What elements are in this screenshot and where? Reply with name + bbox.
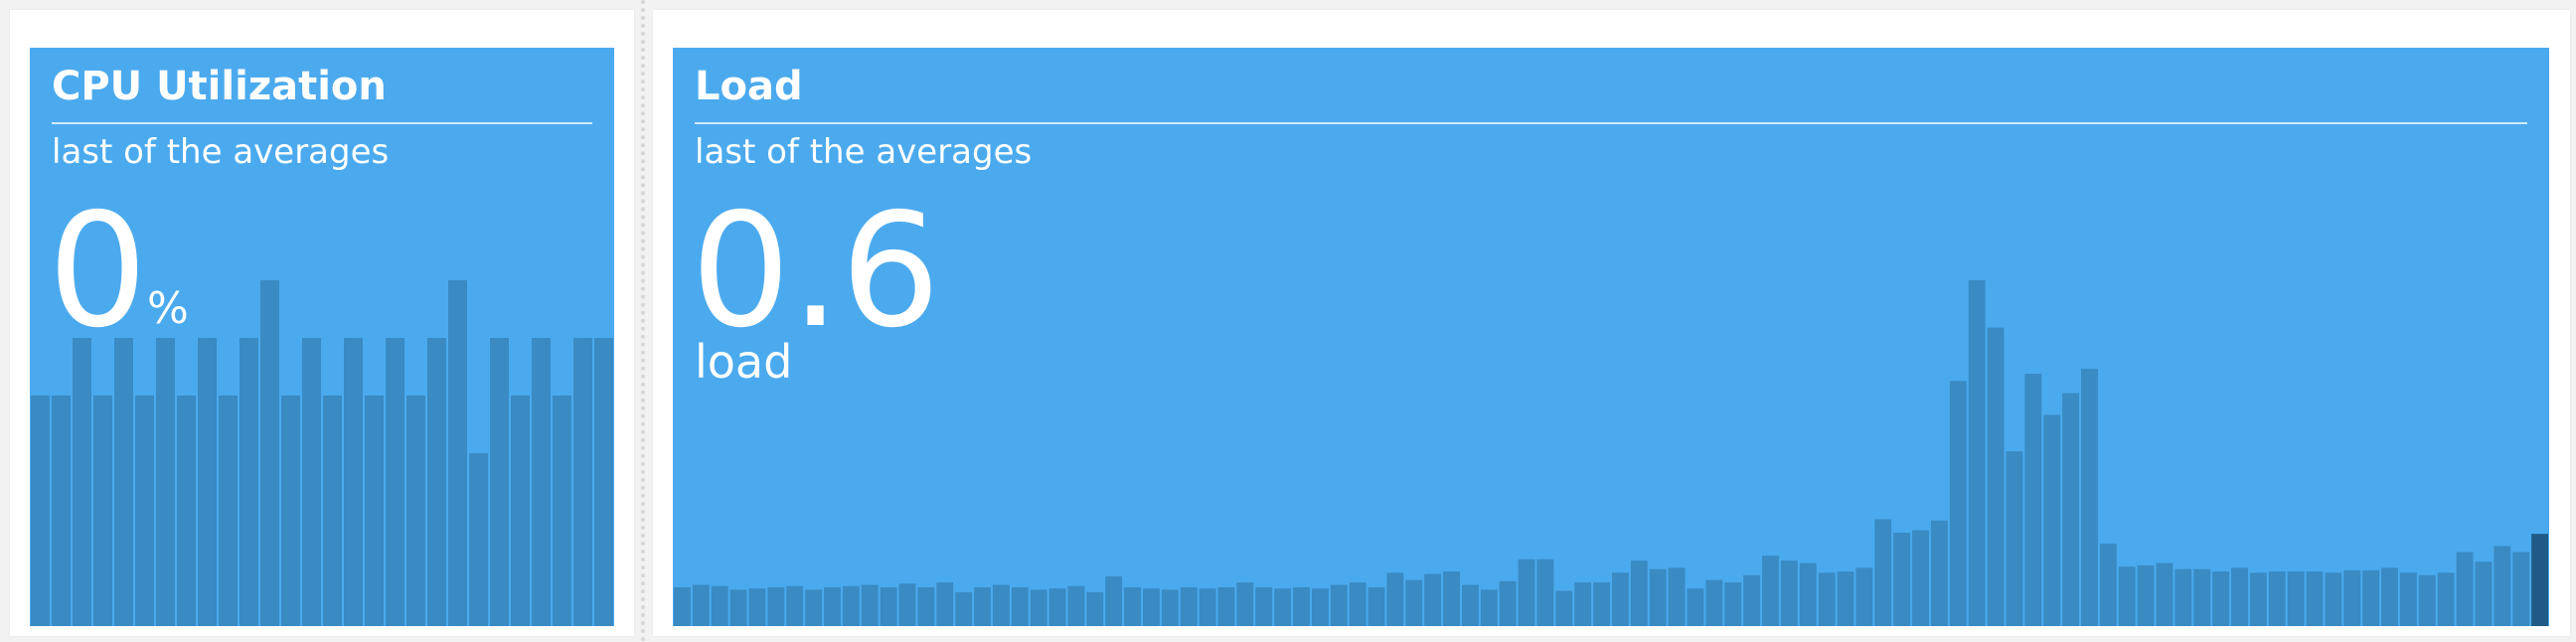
dashboard-column-divider xyxy=(641,0,645,642)
widget-title: Load xyxy=(695,64,803,109)
metric-unit: % xyxy=(147,283,189,334)
metric-value: 0 xyxy=(48,180,148,363)
widget-subtitle: last of the averages xyxy=(695,132,1033,172)
metric-unit: load xyxy=(695,335,793,389)
cpu-utilization-widget[interactable]: CPU Utilization last of the averages 0 % xyxy=(30,48,614,626)
load-panel: Load last of the averages 0.6 load xyxy=(653,10,2570,636)
cpu-utilization-panel: CPU Utilization last of the averages 0 % xyxy=(10,10,634,636)
load-widget[interactable]: Load last of the averages 0.6 load xyxy=(673,48,2549,626)
title-divider xyxy=(695,122,2527,124)
title-divider xyxy=(52,122,592,124)
metric-value: 0.6 xyxy=(691,180,941,363)
widget-subtitle: last of the averages xyxy=(52,132,390,172)
widget-title: CPU Utilization xyxy=(52,64,387,109)
